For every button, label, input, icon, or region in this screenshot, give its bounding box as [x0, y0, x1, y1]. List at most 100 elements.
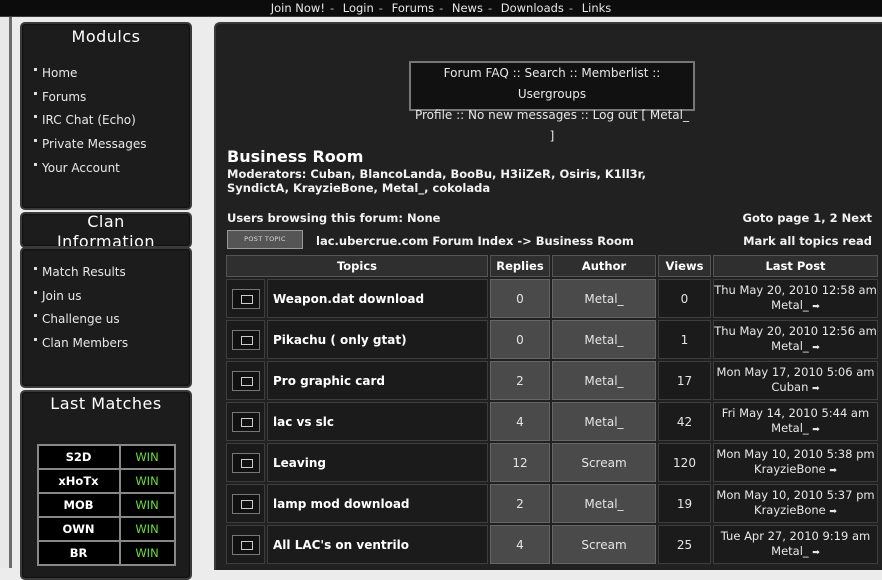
topic-views: 1 [658, 320, 711, 359]
match-team[interactable]: xHoTx [36, 468, 121, 494]
clan-join[interactable]: Join us [22, 285, 190, 309]
forum-title[interactable]: Business Room [227, 147, 363, 166]
nav-login[interactable]: Login [343, 1, 374, 15]
breadcrumb[interactable]: lac.ubercrue.com Forum Index -> Business… [316, 234, 634, 248]
topic-title[interactable]: Leaving [267, 443, 488, 482]
topic-author[interactable]: Metal_ [552, 484, 656, 523]
topic-title[interactable]: lamp mod download [267, 484, 488, 523]
goto-last-post-icon[interactable]: ➡ [812, 548, 820, 558]
topic-title[interactable]: lac vs slc [267, 402, 488, 441]
forum-links-line1[interactable]: Forum FAQ :: Search :: Memberlist :: Use… [411, 63, 693, 105]
match-result: WIN [118, 444, 176, 470]
clan-join-label: Join us [42, 288, 82, 303]
clan-title: Clan Information [22, 212, 190, 246]
last-post-user[interactable]: Cuban [771, 380, 808, 394]
last-post-user[interactable]: Metal_ [771, 298, 809, 312]
users-browsing: Users browsing this forum: None [227, 211, 441, 225]
topic-replies: 4 [490, 525, 550, 564]
topic-author[interactable]: Metal_ [552, 361, 656, 400]
module-home[interactable]: Home [22, 62, 190, 86]
last-post-date: Mon May 10, 2010 5:38 pm [716, 446, 875, 461]
topic-last-post: Mon May 17, 2010 5:06 am Cuban ➡ [713, 361, 878, 400]
module-pm[interactable]: Private Messages [22, 133, 190, 157]
goto-last-post-icon[interactable]: ➡ [812, 425, 820, 435]
topic-replies: 4 [490, 402, 550, 441]
topic-views: 42 [658, 402, 711, 441]
forum-links-line2[interactable]: Profile :: No new messages :: Log out [ … [411, 105, 693, 147]
topic-author[interactable]: Scream [552, 443, 656, 482]
topic-title[interactable]: Weapon.dat download [267, 279, 488, 318]
goto-last-post-icon[interactable]: ➡ [812, 384, 820, 394]
clan-match-results[interactable]: Match Results [22, 261, 190, 285]
post-topic-button[interactable]: POST TOPIC [227, 230, 303, 249]
module-account[interactable]: Your Account [22, 157, 190, 181]
clan-panel: Match Results Join us Challenge us Clan … [20, 247, 192, 388]
clan-title-panel: Clan Information [20, 212, 192, 248]
nav-join[interactable]: Join Now! [271, 1, 325, 15]
topic-folder-icon [226, 279, 265, 318]
topic-author[interactable]: Scream [552, 525, 656, 564]
topic-replies: 0 [490, 279, 550, 318]
goto-last-post-icon[interactable]: ➡ [812, 343, 820, 353]
table-row: lamp mod download 2 Metal_ 19 Mon May 10, 20… [226, 484, 878, 523]
goto-last-post-icon[interactable]: ➡ [829, 507, 837, 517]
forum-links-box: Forum FAQ :: Search :: Memberlist :: Use… [409, 61, 695, 143]
topic-last-post: Mon May 10, 2010 5:38 pm KrayzieBone ➡ [713, 443, 878, 482]
match-team[interactable]: MOB [36, 492, 121, 518]
modules-panel: Modulcs Home Forums IRC Chat (Echo) Priv… [20, 22, 192, 210]
gutter-line [9, 17, 12, 568]
bullet-icon [34, 338, 37, 342]
topic-author[interactable]: Metal_ [552, 320, 656, 359]
nav-links[interactable]: Links [582, 1, 612, 15]
topic-folder-icon [226, 484, 265, 523]
topic-title[interactable]: All LAC's on ventrilo [267, 525, 488, 564]
topic-author[interactable]: Metal_ [552, 402, 656, 441]
match-result: WIN [118, 492, 176, 518]
clan-members[interactable]: Clan Members [22, 332, 190, 356]
topic-views: 0 [658, 279, 711, 318]
match-result: WIN [118, 468, 176, 494]
header-views: Views [658, 255, 711, 277]
module-forums-label: Forums [42, 89, 87, 104]
topic-folder-icon [226, 361, 265, 400]
last-post-date: Tue Apr 27, 2010 9:19 am [720, 528, 871, 543]
last-post-user[interactable]: Metal_ [771, 339, 809, 353]
header-author: Author [552, 255, 656, 277]
last-post-user[interactable]: Metal_ [771, 421, 809, 435]
goto-last-post-icon[interactable]: ➡ [829, 466, 837, 476]
topic-views: 17 [658, 361, 711, 400]
last-post-user[interactable]: KrayzieBone [754, 462, 826, 476]
module-forums[interactable]: Forums [22, 86, 190, 110]
topic-author[interactable]: Metal_ [552, 279, 656, 318]
module-home-label: Home [42, 66, 78, 80]
topic-folder-icon [226, 525, 265, 564]
topic-title[interactable]: Pro graphic card [267, 361, 488, 400]
clan-challenge[interactable]: Challenge us [22, 308, 190, 332]
nav-news[interactable]: News [452, 1, 483, 15]
match-team[interactable]: S2D [36, 444, 121, 470]
match-row: xHoTx WIN [36, 468, 176, 494]
goto-pages[interactable]: Goto page 1, 2 Next [743, 211, 873, 225]
match-team[interactable]: OWN [36, 516, 121, 542]
table-row: Pikachu ( only gtat) 0 Metal_ 1 Thu May 20, … [226, 320, 878, 359]
topic-views: 19 [658, 484, 711, 523]
last-post-user[interactable]: Metal_ [771, 544, 809, 558]
topic-replies: 2 [490, 484, 550, 523]
goto-last-post-icon[interactable]: ➡ [812, 302, 820, 312]
module-irc[interactable]: IRC Chat (Echo) [22, 109, 190, 133]
bullet-icon [34, 115, 37, 119]
nav-downloads[interactable]: Downloads [501, 1, 564, 15]
nav-forums[interactable]: Forums [392, 1, 434, 15]
module-pm-label: Private Messages [42, 137, 147, 152]
last-post-user[interactable]: KrayzieBone [754, 503, 826, 517]
clan-title-line1: Clan [87, 212, 125, 231]
topic-title[interactable]: Pikachu ( only gtat) [267, 320, 488, 359]
header-topics: Topics [226, 255, 488, 277]
match-team[interactable]: BR [36, 540, 121, 566]
header-replies: Replies [490, 255, 550, 277]
last-matches-title: Last Matches [50, 394, 162, 413]
mark-all-read-link[interactable]: Mark all topics read [743, 234, 872, 248]
topic-replies: 0 [490, 320, 550, 359]
last-post-date: Fri May 14, 2010 5:44 am [721, 405, 870, 420]
table-row: All LAC's on ventrilo 4 Scream 25 Tue Apr 27… [226, 525, 878, 564]
